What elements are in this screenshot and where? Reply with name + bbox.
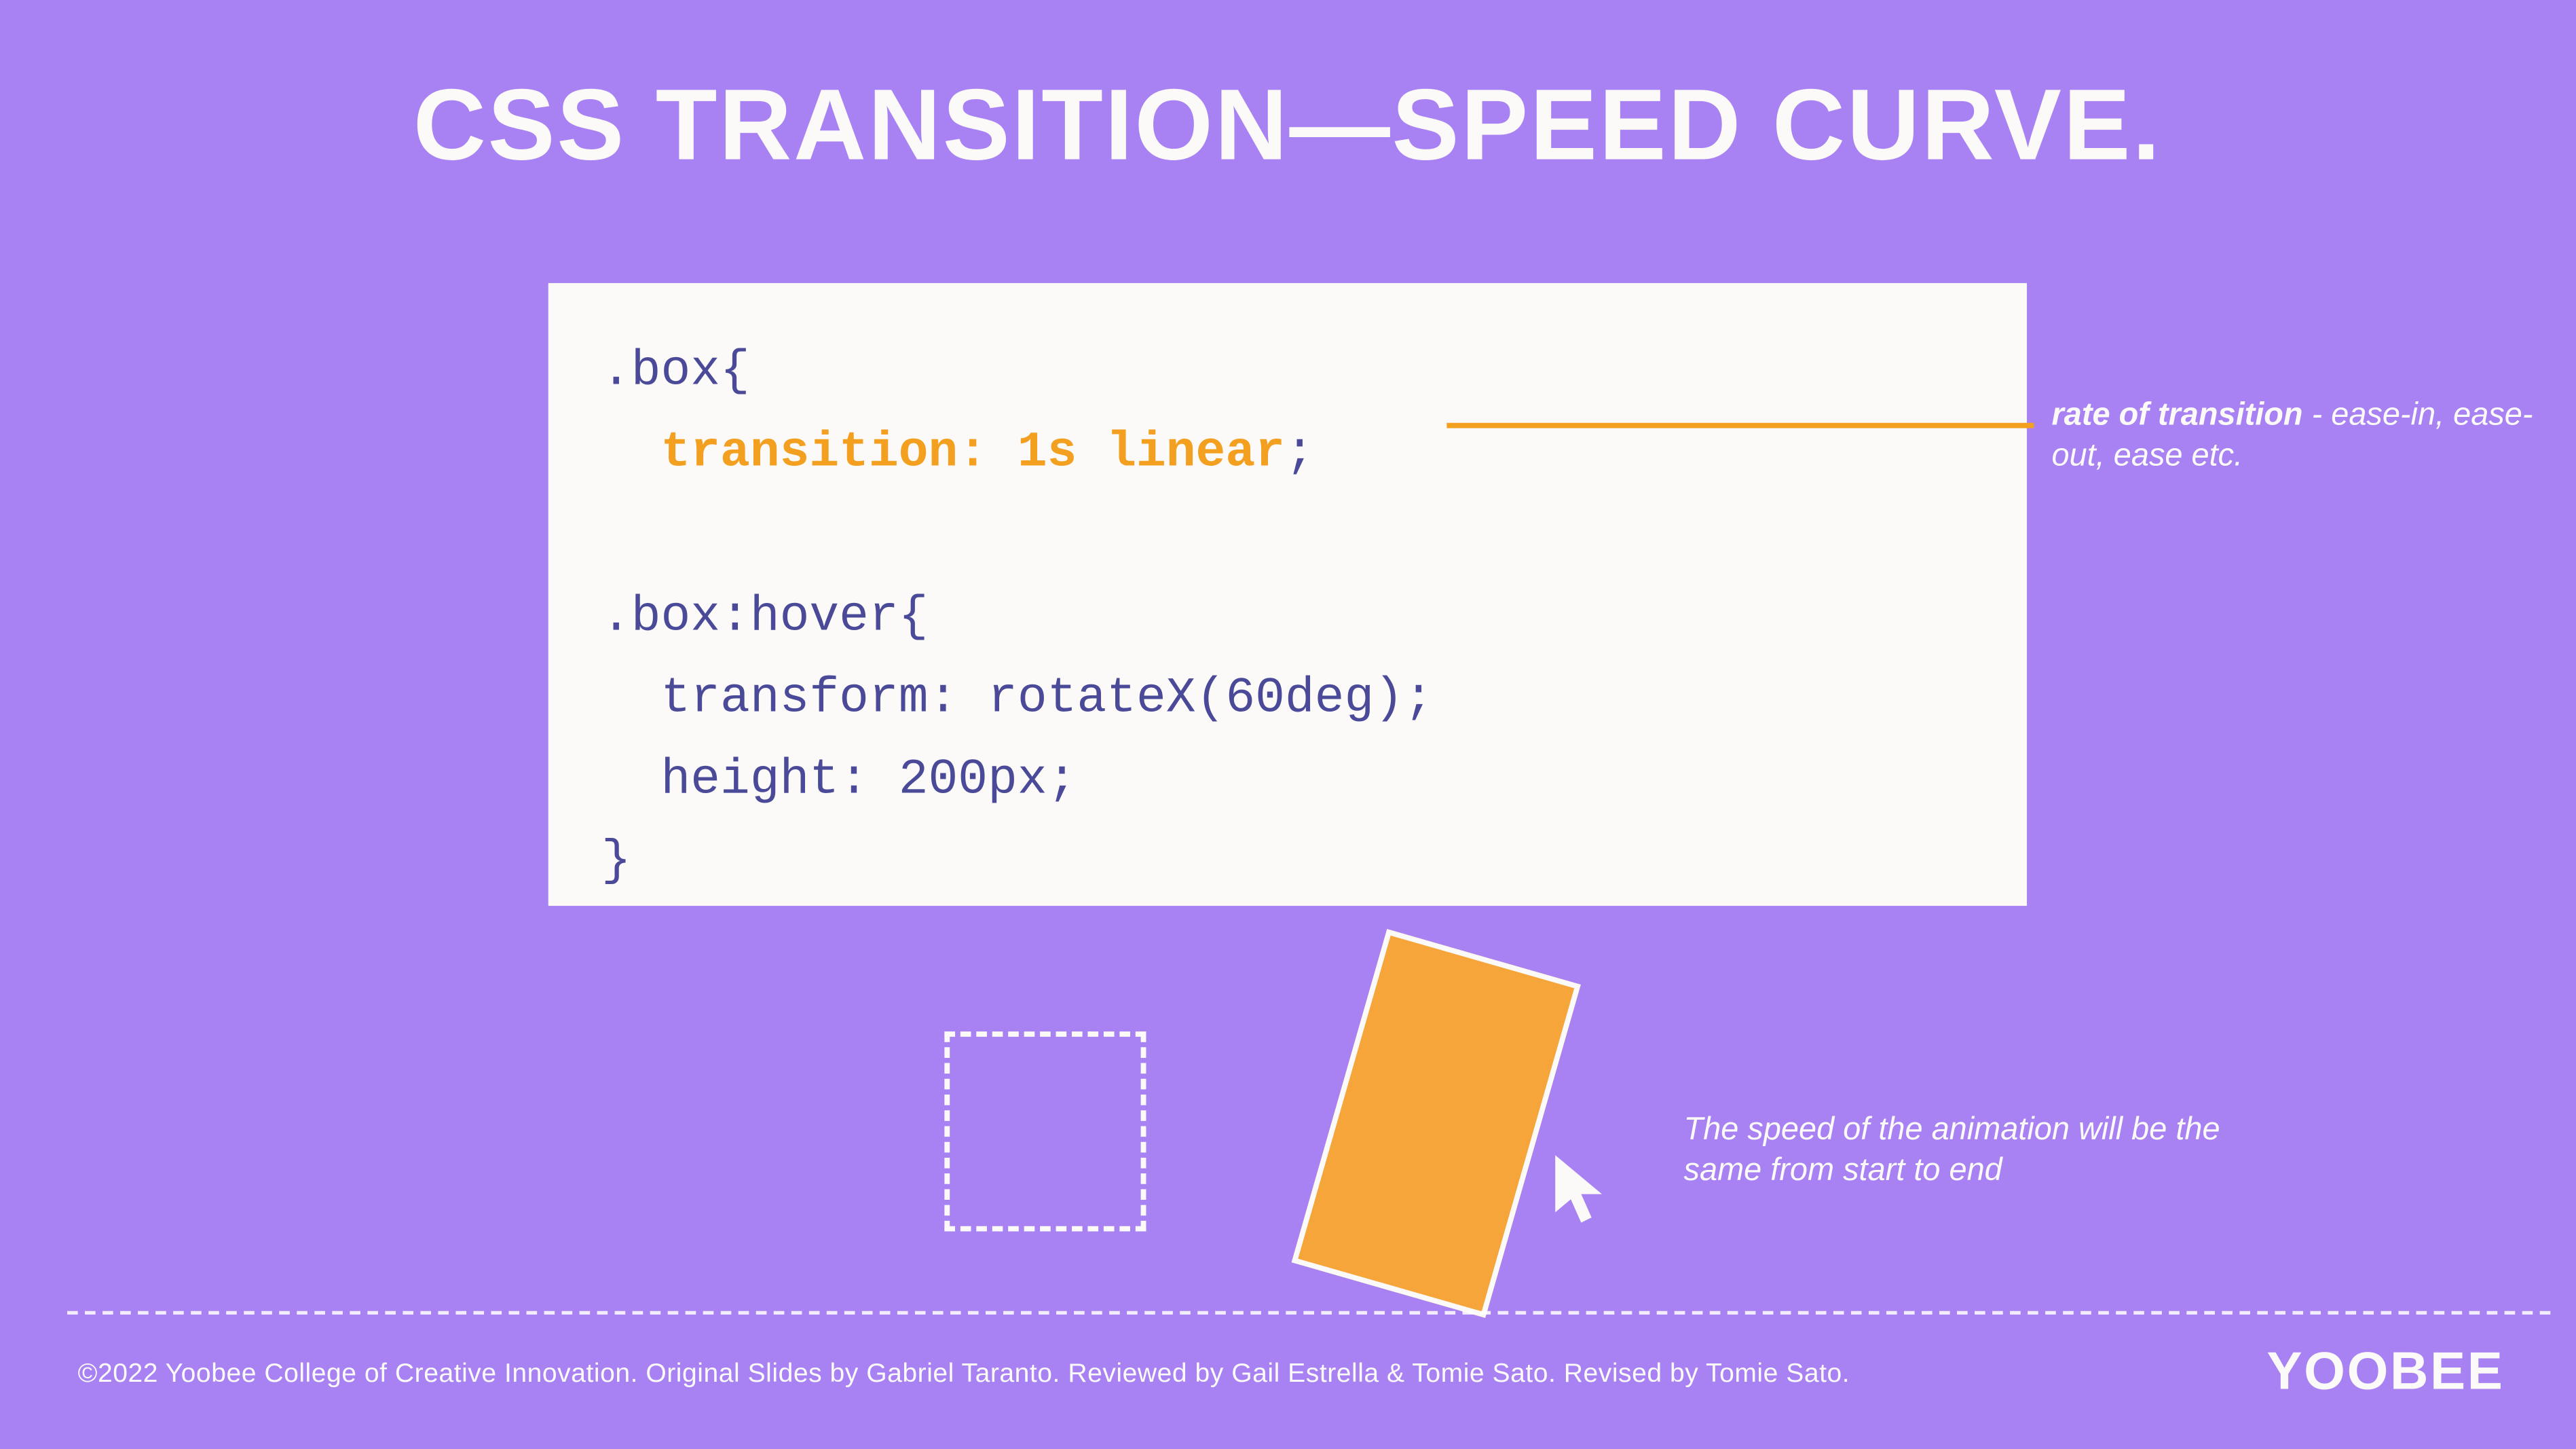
dashed-box-illustration <box>944 1031 1146 1231</box>
annotation-text: rate of transition - ease-in, ease-out, … <box>2052 395 2547 477</box>
annotation-connector-line <box>1446 423 2034 428</box>
code-indent <box>601 426 661 481</box>
code-line-3 <box>601 496 1974 578</box>
rotated-box-illustration <box>1335 950 1537 1297</box>
code-line-7: } <box>601 823 1974 904</box>
slide-title: CSS TRANSITION—SPEED CURVE. <box>0 67 2575 184</box>
code-line-4: .box:hover{ <box>601 578 1974 659</box>
code-block: .box{ transition: 1s linear; .box:hover{… <box>548 283 2027 906</box>
code-highlight: transition: 1s linear <box>660 426 1284 481</box>
annotation-bold: rate of transition <box>2052 397 2303 432</box>
cursor-icon <box>1550 1150 1613 1228</box>
footer-divider <box>67 1311 2550 1315</box>
code-line-5: transform: rotateX(60deg); <box>601 659 1974 741</box>
code-semicolon: ; <box>1285 426 1315 481</box>
caption-text: The speed of the animation will be the s… <box>1684 1109 2233 1192</box>
orange-box <box>1292 929 1581 1318</box>
brand-logo: YOOBEE <box>2266 1343 2504 1404</box>
code-line-1: .box{ <box>601 333 1974 414</box>
footer-credits: ©2022 Yoobee College of Creative Innovat… <box>78 1359 1850 1389</box>
code-line-6: height: 200px; <box>601 741 1974 823</box>
